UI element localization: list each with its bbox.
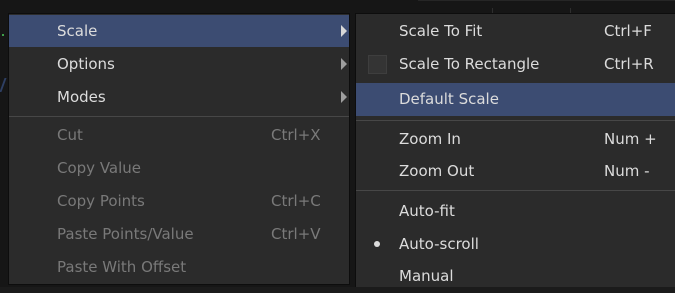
menu-item-label: Copy Value — [57, 159, 142, 177]
menu-item-label: Paste With Offset — [57, 258, 187, 276]
menu-separator — [356, 120, 675, 121]
submenu-item-shortcut: Num - — [604, 162, 650, 180]
checkbox-icon[interactable] — [368, 55, 387, 74]
menu-item-cut[interactable]: Cut Ctrl+X — [9, 119, 349, 151]
submenu-item-zoom-out[interactable]: Zoom Out Num - — [356, 155, 675, 188]
background-line — [418, 0, 675, 1]
submenu-item-shortcut: Num + — [604, 130, 657, 148]
submenu-item-label: Scale To Rectangle — [399, 55, 540, 73]
submenu-item-auto-scroll[interactable]: Auto-scroll — [356, 228, 675, 261]
submenu-arrow-icon — [341, 25, 347, 37]
submenu-item-default-scale[interactable]: Default Scale — [356, 83, 675, 116]
menu-item-paste-with-offset[interactable]: Paste With Offset — [9, 251, 349, 283]
background-artifact — [0, 78, 7, 92]
menu-separator — [356, 190, 675, 191]
submenu-item-label: Auto-scroll — [399, 235, 479, 253]
menu-item-copy-value[interactable]: Copy Value — [9, 152, 349, 184]
radio-selected-icon — [374, 241, 380, 247]
submenu-item-label: Zoom In — [399, 130, 461, 148]
submenu-item-label: Default Scale — [399, 90, 499, 108]
menu-item-label: Modes — [57, 88, 106, 106]
menu-item-label: Cut — [57, 126, 83, 144]
scale-submenu: Scale To Fit Ctrl+F Scale To Rectangle C… — [355, 13, 675, 287]
menu-item-shortcut: Ctrl+C — [271, 192, 321, 210]
menu-item-options[interactable]: Options — [9, 48, 349, 80]
submenu-item-shortcut: Ctrl+F — [604, 22, 652, 40]
submenu-arrow-icon — [341, 58, 347, 70]
menu-item-shortcut: Ctrl+V — [271, 225, 321, 243]
submenu-item-label: Scale To Fit — [399, 22, 483, 40]
menu-item-copy-points[interactable]: Copy Points Ctrl+C — [9, 185, 349, 217]
context-menu: Scale Options Modes Cut Ctrl+X Copy Valu… — [8, 13, 350, 285]
menu-item-label: Paste Points/Value — [57, 225, 194, 243]
submenu-item-shortcut: Ctrl+R — [604, 55, 654, 73]
submenu-item-label: Manual — [399, 267, 454, 285]
submenu-item-zoom-in[interactable]: Zoom In Num + — [356, 123, 675, 156]
background-artifact — [2, 34, 4, 36]
submenu-item-scale-to-fit[interactable]: Scale To Fit Ctrl+F — [356, 15, 675, 48]
menu-item-paste-points-value[interactable]: Paste Points/Value Ctrl+V — [9, 218, 349, 250]
menu-item-label: Options — [57, 55, 115, 73]
menu-item-label: Copy Points — [57, 192, 145, 210]
submenu-item-manual[interactable]: Manual — [356, 260, 675, 293]
submenu-arrow-icon — [341, 91, 347, 103]
menu-item-label: Scale — [57, 22, 98, 40]
menu-item-scale[interactable]: Scale — [9, 15, 349, 47]
submenu-item-auto-fit[interactable]: Auto-fit — [356, 195, 675, 228]
menu-item-modes[interactable]: Modes — [9, 81, 349, 113]
menu-item-shortcut: Ctrl+X — [271, 126, 321, 144]
submenu-item-scale-to-rectangle[interactable]: Scale To Rectangle Ctrl+R — [356, 48, 675, 81]
submenu-item-label: Zoom Out — [399, 162, 475, 180]
submenu-item-label: Auto-fit — [399, 202, 455, 220]
menu-separator — [9, 116, 349, 117]
app-background: Scale Options Modes Cut Ctrl+X Copy Valu… — [0, 0, 675, 287]
